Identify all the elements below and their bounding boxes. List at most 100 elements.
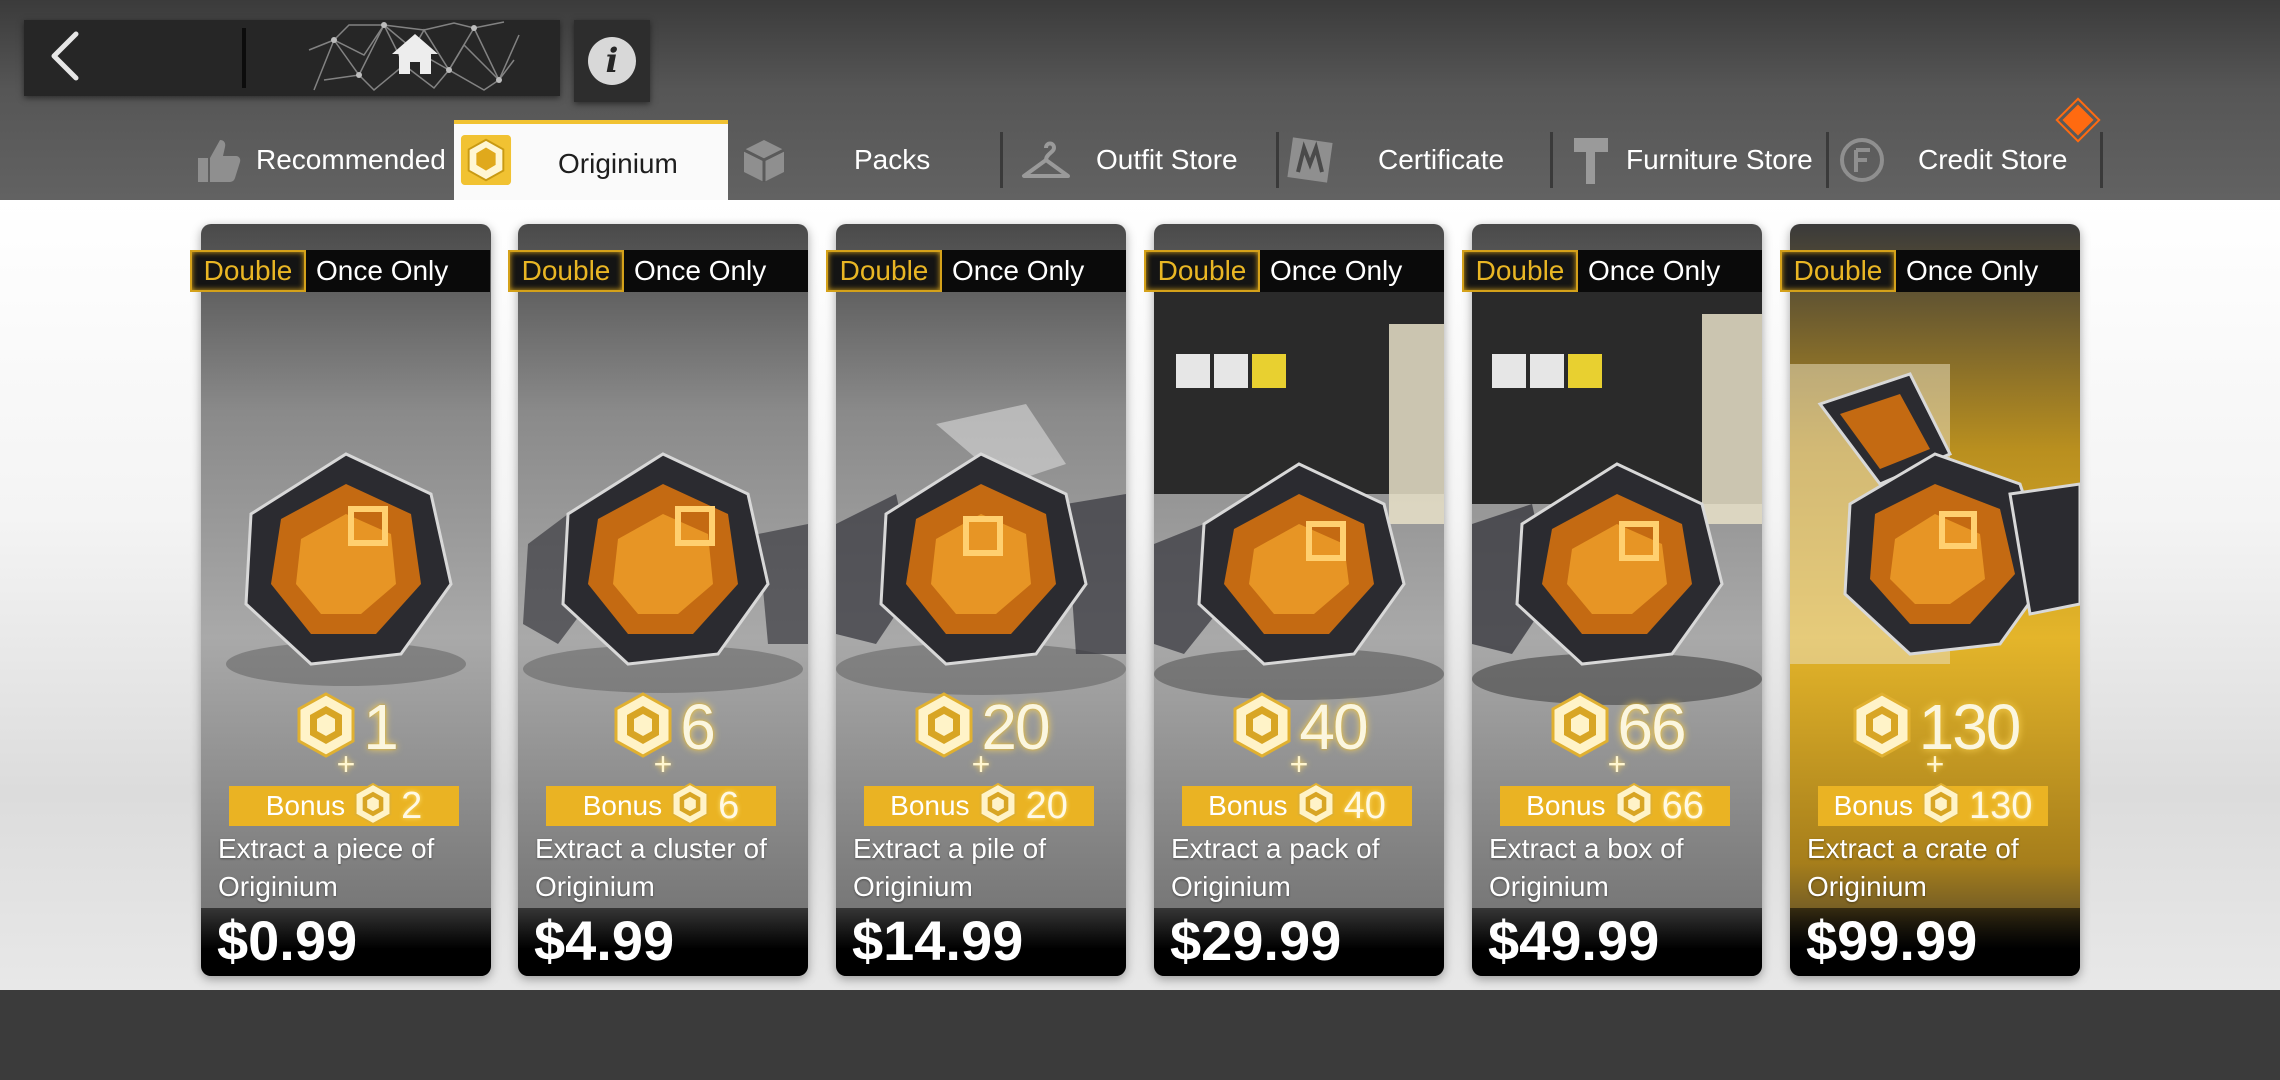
thumbs-up-icon xyxy=(192,134,244,186)
product-card[interactable]: 6 + Bonus 6 Extract a cluster of Origini… xyxy=(518,224,808,976)
product-description: Extract a piece of Originium xyxy=(218,830,480,906)
originium-icon xyxy=(978,782,1018,831)
tab-outfit-store[interactable]: Outfit Store xyxy=(1006,120,1276,200)
originium-crystal-image xyxy=(836,284,1126,724)
hanger-icon xyxy=(1020,134,1072,186)
product-card[interactable]: 20 + Bonus 20 Extract a pile of Originiu… xyxy=(836,224,1126,976)
bonus-bar: Bonus 20 xyxy=(864,782,1094,827)
price: $4.99 xyxy=(534,909,675,972)
tab-packs[interactable]: Packs xyxy=(728,120,998,200)
bonus-value: 40 xyxy=(1343,784,1386,827)
double-tag: Double xyxy=(190,250,306,292)
once-only-tag: Once Only xyxy=(1896,250,2080,292)
chevron-left-icon xyxy=(44,30,84,87)
bonus-label: Bonus xyxy=(1833,790,1913,821)
tab-divider xyxy=(1826,132,1829,188)
home-button[interactable] xyxy=(304,20,524,96)
back-button[interactable] xyxy=(24,20,240,96)
tab-divider xyxy=(1276,132,1279,188)
description-line: Extract a box of xyxy=(1489,833,1684,864)
tab-originium[interactable]: Originium xyxy=(454,120,728,200)
tab-divider xyxy=(2100,132,2103,188)
package-icon xyxy=(738,134,790,186)
description-line: Extract a crate of xyxy=(1807,833,2019,864)
product-description: Extract a box of Originium xyxy=(1489,830,1751,906)
tab-label: Furniture Store xyxy=(1626,144,1813,175)
tab-furniture-store[interactable]: Furniture Store xyxy=(1556,120,1826,200)
product-card[interactable]: 40 + Bonus 40 Extract a pack of Originiu… xyxy=(1154,224,1444,976)
once-only-tag: Once Only xyxy=(1578,250,1762,292)
once-only-tag: Once Only xyxy=(1260,250,1444,292)
price: $0.99 xyxy=(217,909,358,972)
promo-badge: Double Once Only xyxy=(826,250,1126,292)
tab-divider xyxy=(1000,132,1003,188)
product-description: Extract a pile of Originium xyxy=(853,830,1115,906)
description-line: Extract a pack of xyxy=(1171,833,1380,864)
bonus-bar: Bonus 66 xyxy=(1500,782,1730,827)
price: $14.99 xyxy=(852,909,1024,972)
credit-coin-icon xyxy=(1836,134,1888,186)
bonus-value: 20 xyxy=(1025,784,1068,827)
price: $99.99 xyxy=(1806,909,1978,972)
description-line: Originium xyxy=(853,871,973,902)
tab-divider xyxy=(1550,132,1553,188)
once-only-tag: Once Only xyxy=(942,250,1126,292)
nav-controls xyxy=(24,20,560,96)
bonus-value: 66 xyxy=(1661,784,1704,827)
product-card[interactable]: 1 + Bonus 2 Extract a piece of Originium… xyxy=(201,224,491,976)
originium-crystal-image xyxy=(1790,284,2080,724)
product-card[interactable]: 130 + Bonus 130 Extract a crate of Origi… xyxy=(1790,224,2080,976)
tab-credit-store[interactable]: Credit Store xyxy=(1830,120,2100,200)
description-line: Originium xyxy=(218,871,338,902)
product-card[interactable]: 66 + Bonus 66 Extract a box of Originium… xyxy=(1472,224,1762,976)
double-tag: Double xyxy=(1780,250,1896,292)
bonus-label: Bonus xyxy=(1526,790,1606,821)
bonus-bar: Bonus 6 xyxy=(546,782,776,827)
tab-certificate[interactable]: Certificate xyxy=(1280,120,1550,200)
tab-label: Packs xyxy=(854,144,931,175)
originium-crystal-image xyxy=(1154,284,1444,724)
plus-sign: + xyxy=(653,746,673,782)
originium-icon xyxy=(1614,782,1654,831)
price: $29.99 xyxy=(1170,909,1342,972)
bonus-bar: Bonus 2 xyxy=(229,782,459,827)
bonus-bar: Bonus 130 xyxy=(1818,782,2048,827)
promo-badge: Double Once Only xyxy=(1462,250,1762,292)
tab-label: Originium xyxy=(558,148,678,179)
tab-label: Certificate xyxy=(1378,144,1505,175)
bonus-bar: Bonus 40 xyxy=(1182,782,1412,827)
double-tag: Double xyxy=(1462,250,1578,292)
product-description: Extract a pack of Originium xyxy=(1171,830,1433,906)
plus-sign: + xyxy=(1925,746,1945,782)
tab-recommended[interactable]: Recommended xyxy=(186,120,454,200)
product-description: Extract a crate of Originium xyxy=(1807,830,2069,906)
originium-icon xyxy=(460,134,512,186)
promo-badge: Double Once Only xyxy=(1780,250,2080,292)
bonus-label: Bonus xyxy=(1208,790,1288,821)
double-tag: Double xyxy=(508,250,624,292)
originium-icon xyxy=(1921,782,1961,831)
home-icon xyxy=(390,32,440,81)
promo-badge: Double Once Only xyxy=(508,250,808,292)
double-tag: Double xyxy=(826,250,942,292)
hammer-icon xyxy=(1566,134,1618,186)
bonus-value: 2 xyxy=(401,784,423,827)
bonus-value: 6 xyxy=(718,784,740,827)
info-button[interactable]: i xyxy=(574,20,650,102)
plus-sign: + xyxy=(1607,746,1627,782)
plus-sign: + xyxy=(336,746,356,782)
description-line: Extract a pile of xyxy=(853,833,1046,864)
description-line: Extract a piece of xyxy=(218,833,435,864)
originium-crystal-image xyxy=(201,284,491,724)
product-description: Extract a cluster of Originium xyxy=(535,830,797,906)
certificate-icon xyxy=(1284,134,1336,186)
originium-crystal-image xyxy=(518,284,808,724)
bonus-label: Bonus xyxy=(582,790,663,821)
tab-label: Recommended xyxy=(256,144,446,175)
info-icon: i xyxy=(588,37,636,85)
description-line: Originium xyxy=(535,871,655,902)
plus-sign: + xyxy=(971,746,991,782)
description-line: Originium xyxy=(1807,871,1927,902)
tab-label: Credit Store xyxy=(1918,144,2068,175)
double-tag: Double xyxy=(1144,250,1260,292)
